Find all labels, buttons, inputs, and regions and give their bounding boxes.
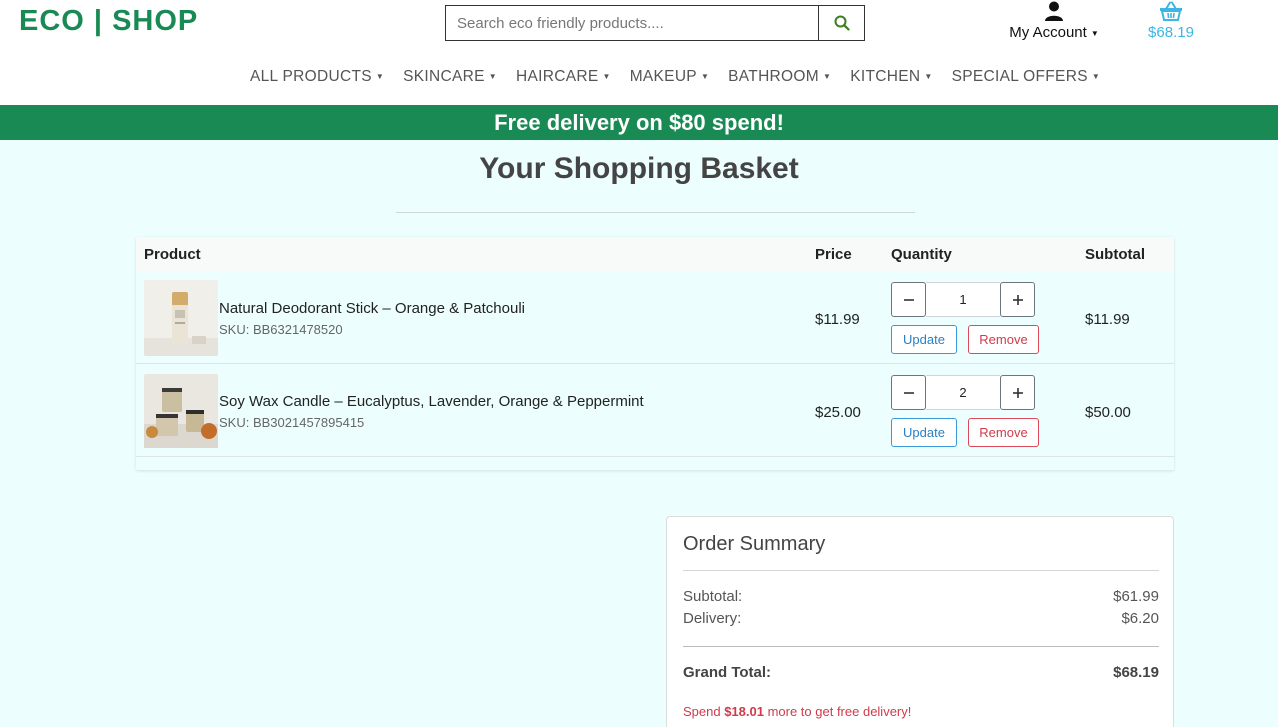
summary-divider: [683, 646, 1159, 647]
summary-divider: [683, 570, 1159, 571]
chevron-down-icon: ▼: [375, 72, 385, 82]
product-image[interactable]: [144, 280, 218, 356]
free-delivery-note: Spend $18.01 more to get free delivery!: [683, 704, 912, 719]
update-button[interactable]: Update: [891, 325, 957, 354]
remove-button[interactable]: Remove: [968, 418, 1039, 447]
table-row: Natural Deodorant Stick – Orange & Patch…: [136, 272, 1174, 364]
nav-item-special-offers[interactable]: SPECIAL OFFERS ▼: [952, 68, 1101, 86]
table-row: Soy Wax Candle – Eucalyptus, Lavender, O…: [136, 365, 1174, 457]
increase-quantity-button[interactable]: [1000, 282, 1035, 317]
account-menu[interactable]: My Account ▼: [1001, 0, 1107, 45]
nav-item-makeup[interactable]: MAKEUP ▼: [630, 68, 709, 86]
column-header-subtotal: Subtotal: [1085, 246, 1145, 263]
chevron-down-icon: ▼: [488, 72, 497, 82]
quantity-stepper: [891, 375, 1035, 410]
update-button[interactable]: Update: [891, 418, 957, 447]
nav-item-kitchen[interactable]: KITCHEN ▼: [850, 68, 932, 86]
chevron-down-icon: ▼: [822, 72, 832, 82]
main-nav: ALL PRODUCTS ▼ SKINCARE ▼ HAIRCARE ▼ MAKEUP…: [250, 68, 1119, 86]
basket-total: $68.19: [1148, 24, 1194, 41]
basket-link[interactable]: $68.19: [1143, 0, 1199, 45]
search-icon: [834, 15, 850, 31]
chevron-down-icon: ▼: [1090, 28, 1099, 38]
chevron-down-icon: ▼: [924, 72, 933, 82]
account-label: My Account ▼: [1009, 24, 1099, 41]
column-header-price: Price: [815, 246, 852, 263]
user-icon: [1045, 1, 1063, 21]
grand-total-value: $68.19: [1113, 664, 1159, 681]
free-delivery-amount: $18.01: [724, 704, 764, 719]
product-name[interactable]: Soy Wax Candle – Eucalyptus, Lavender, O…: [219, 393, 644, 410]
minus-icon: [903, 298, 914, 301]
product-sku: SKU: BB3021457895415: [219, 415, 365, 430]
grand-total-label: Grand Total:: [683, 664, 772, 681]
product-subtotal: $50.00: [1085, 404, 1131, 421]
nav-item-bathroom[interactable]: BATHROOM ▼: [728, 68, 831, 86]
increase-quantity-button[interactable]: [1000, 375, 1035, 410]
decrease-quantity-button[interactable]: [891, 375, 926, 410]
chevron-down-icon: ▼: [700, 72, 710, 82]
plus-icon: [1012, 294, 1023, 305]
chevron-down-icon: ▼: [1091, 72, 1101, 82]
nav-item-all-products[interactable]: ALL PRODUCTS ▼: [250, 68, 384, 86]
nav-item-haircare[interactable]: HAIRCARE ▼: [516, 68, 611, 86]
promo-banner: Free delivery on $80 spend!: [0, 105, 1278, 140]
search-button[interactable]: [818, 6, 864, 40]
plus-icon: [1012, 387, 1023, 398]
product-subtotal: $11.99: [1085, 311, 1130, 328]
quantity-input[interactable]: [926, 375, 1000, 410]
summary-delivery-row: Delivery: $6.20: [683, 610, 1159, 627]
quantity-stepper: [891, 282, 1035, 317]
remove-button[interactable]: Remove: [968, 325, 1039, 354]
product-price: $11.99: [815, 311, 860, 328]
table-header: Product Price Quantity Subtotal: [136, 237, 1174, 272]
minus-icon: [903, 391, 914, 394]
nav-item-skincare[interactable]: SKINCARE ▼: [403, 68, 497, 86]
summary-subtotal-label: Subtotal:: [683, 588, 743, 605]
product-name[interactable]: Natural Deodorant Stick – Orange & Patch…: [219, 300, 525, 317]
order-summary: Order Summary Subtotal: $61.99 Delivery:…: [666, 516, 1174, 727]
chevron-down-icon: ▼: [602, 72, 611, 82]
search-bar: [445, 5, 865, 41]
column-header-product: Product: [144, 246, 201, 263]
quantity-input[interactable]: [926, 282, 1000, 317]
grand-total-row: Grand Total: $68.19: [683, 664, 1159, 681]
basket-table: Product Price Quantity Subtotal Natural …: [136, 237, 1174, 470]
site-logo[interactable]: ECO | SHOP: [19, 5, 198, 38]
decrease-quantity-button[interactable]: [891, 282, 926, 317]
search-input[interactable]: [446, 6, 818, 40]
product-image[interactable]: [144, 374, 218, 450]
title-divider: [396, 212, 915, 213]
basket-icon: [1160, 1, 1182, 21]
product-price: $25.00: [815, 404, 861, 421]
page-title: Your Shopping Basket: [479, 152, 799, 185]
summary-subtotal-row: Subtotal: $61.99: [683, 588, 1159, 605]
site-header: ECO | SHOP My Account▼ $68.19 ALL PRODUC: [0, 0, 1278, 105]
column-header-quantity: Quantity: [891, 246, 952, 263]
product-sku: SKU: BB6321478520: [219, 322, 343, 337]
summary-delivery-label: Delivery:: [683, 610, 742, 627]
summary-delivery-value: $6.20: [1121, 610, 1159, 627]
order-summary-title: Order Summary: [683, 533, 826, 555]
summary-subtotal-value: $61.99: [1113, 588, 1159, 605]
